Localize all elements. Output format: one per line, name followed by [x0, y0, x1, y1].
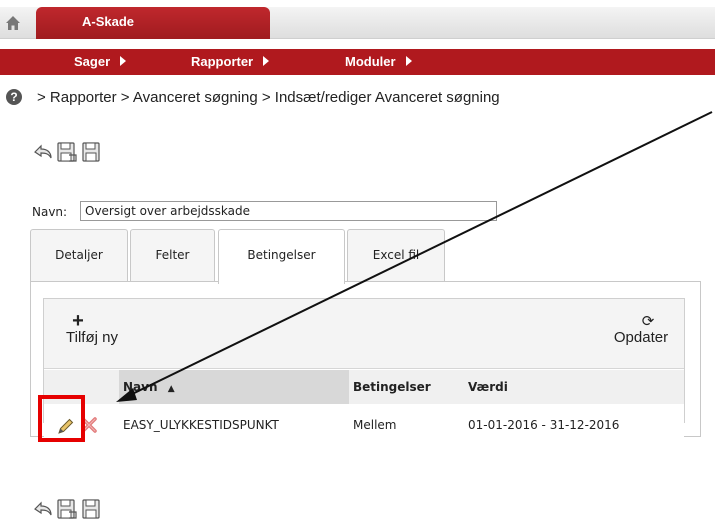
save-close-icon[interactable] [56, 140, 78, 164]
name-label: Navn: [32, 205, 68, 219]
tab-label: Betingelser [247, 248, 316, 262]
column-header-label: Navn [123, 380, 158, 394]
app-tab-label: A-Skade [82, 14, 135, 29]
save-close-icon[interactable] [56, 497, 78, 521]
menu-item-rapporter[interactable]: Rapporter [191, 54, 270, 69]
app-tab-a-skade[interactable]: A-Skade [36, 7, 270, 39]
column-header-navn[interactable]: Navn ▲ [119, 370, 349, 404]
tab-label: Excel fil [372, 248, 420, 262]
highlight-box [38, 395, 85, 442]
refresh-label: Opdater [613, 329, 669, 346]
cell-vaerdi: 01-01-2016 - 31-12-2016 [468, 418, 620, 432]
cut-off-top-text [0, 0, 715, 7]
grid-header-row: Navn ▲ Betingelser Værdi [44, 370, 684, 404]
refresh-icon: ⟳ [641, 313, 655, 330]
menu-item-moduler[interactable]: Moduler [345, 54, 412, 69]
tab-detaljer[interactable]: Detaljer [30, 229, 128, 282]
tab-excel-fil[interactable]: Excel fil [347, 229, 445, 282]
back-icon[interactable] [32, 140, 54, 164]
top-toolbar [32, 140, 102, 164]
table-row[interactable]: EASY_ULYKKESTIDSPUNKT Mellem 01-01-2016 … [44, 404, 684, 450]
column-header-label: Betingelser [353, 380, 431, 394]
home-icon[interactable] [5, 15, 21, 31]
help-icon[interactable]: ? [6, 89, 22, 105]
breadcrumb: > Rapporter > Avanceret søgning > Indsæt… [37, 89, 500, 106]
chevron-right-icon [120, 56, 127, 66]
plus-icon: + [72, 310, 84, 332]
save-icon[interactable] [80, 497, 102, 521]
header-bar: A-Skade [0, 7, 715, 39]
menu-item-label: Sager [74, 54, 111, 69]
main-menu-bar: Sager Rapporter Moduler [0, 49, 715, 75]
menu-item-label: Rapporter [191, 54, 254, 69]
tab-betingelser[interactable]: Betingelser [218, 229, 345, 284]
tab-label: Felter [155, 248, 190, 262]
grid-toolbar: + Tilføj ny ⟳ Opdater [44, 299, 684, 369]
menu-item-label: Moduler [345, 54, 396, 69]
refresh-button[interactable]: ⟳ Opdater [604, 313, 678, 346]
column-header-betingelser[interactable]: Betingelser [349, 370, 464, 404]
menu-item-sager[interactable]: Sager [74, 54, 127, 69]
tab-felter[interactable]: Felter [130, 229, 215, 282]
sort-ascending-icon: ▲ [167, 384, 175, 394]
cell-navn: EASY_ULYKKESTIDSPUNKT [123, 418, 279, 432]
tab-label: Detaljer [55, 248, 103, 262]
save-icon[interactable] [80, 140, 102, 164]
conditions-grid: + Tilføj ny ⟳ Opdater Navn ▲ Betingelser… [43, 298, 685, 450]
chevron-right-icon [263, 56, 270, 66]
name-input[interactable]: Oversigt over arbejdsskade [80, 201, 497, 221]
back-icon[interactable] [32, 497, 54, 521]
bottom-toolbar [32, 497, 102, 521]
cell-betingelser: Mellem [353, 418, 397, 432]
chevron-right-icon [405, 56, 412, 66]
column-header-label: Værdi [468, 380, 508, 394]
add-new-button[interactable]: + Tilføj ny [52, 311, 132, 346]
add-new-label: Tilføj ny [66, 329, 118, 346]
column-header-vaerdi[interactable]: Værdi [464, 370, 684, 404]
